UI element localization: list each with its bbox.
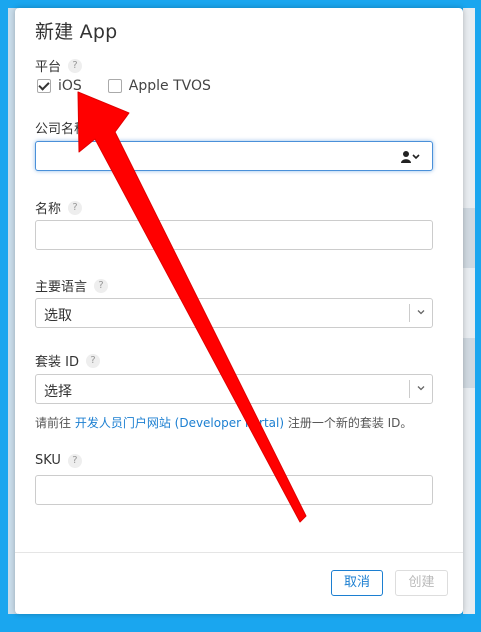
- language-help-icon[interactable]: ?: [94, 278, 109, 293]
- name-input[interactable]: [35, 220, 433, 250]
- bundle-id-select[interactable]: 选择: [35, 374, 433, 404]
- chevron-down-icon: [417, 310, 425, 315]
- sku-input[interactable]: [35, 475, 433, 505]
- bundle-hint: 请前往 开发人员门户网站 (Developer Portal) 注册一个新的套装…: [35, 414, 412, 431]
- cancel-button[interactable]: 取消: [331, 570, 383, 596]
- user-dropdown-icon[interactable]: [400, 150, 420, 164]
- platform-option-ios[interactable]: iOS: [37, 78, 82, 94]
- developer-portal-link[interactable]: 开发人员门户网站 (Developer Portal): [75, 416, 284, 430]
- hint-suffix: 注册一个新的套装 ID。: [284, 416, 413, 430]
- tvos-checkbox-label: Apple TVOS: [128, 78, 211, 94]
- platform-help-icon[interactable]: ?: [68, 58, 83, 73]
- sku-label-row: SKU ?: [35, 453, 82, 468]
- name-label: 名称: [35, 202, 62, 217]
- sku-help-icon[interactable]: ?: [67, 453, 82, 468]
- company-label-row: 公司名称: [35, 118, 87, 137]
- tvos-checkbox[interactable]: [107, 79, 122, 93]
- background-page-right: [463, 8, 475, 614]
- background-band: [463, 208, 475, 268]
- language-select[interactable]: 选取: [35, 298, 433, 328]
- platform-option-tvos[interactable]: Apple TVOS: [107, 78, 211, 94]
- name-label-row: 名称 ?: [35, 198, 83, 217]
- language-label: 主要语言: [35, 280, 88, 295]
- platform-label-row: 平台 ?: [35, 56, 83, 75]
- select-divider: [409, 380, 410, 398]
- select-divider: [409, 304, 410, 322]
- platform-label: 平台: [35, 60, 62, 75]
- platform-options: iOS Apple TVOS: [37, 78, 237, 94]
- footer-divider: [15, 552, 463, 553]
- bundle-help-icon[interactable]: ?: [85, 353, 100, 368]
- ios-checkbox-label: iOS: [58, 78, 82, 94]
- create-button[interactable]: 创建: [395, 570, 448, 596]
- new-app-dialog: 新建 App 平台 ? iOS Apple TVOS 公司名称 名称 ? 主要语…: [15, 8, 463, 614]
- chevron-down-icon: [417, 386, 425, 391]
- dialog-title: 新建 App: [35, 21, 118, 43]
- bundle-label: 套装 ID: [35, 355, 79, 370]
- name-help-icon[interactable]: ?: [68, 200, 83, 215]
- background-band: [463, 338, 475, 388]
- bundle-selected: 选择: [44, 384, 72, 400]
- hint-prefix: 请前往: [35, 416, 75, 430]
- sku-label: SKU: [35, 453, 61, 468]
- language-selected: 选取: [44, 308, 72, 324]
- company-label: 公司名称: [35, 122, 88, 137]
- ios-checkbox[interactable]: [37, 79, 51, 93]
- bundle-label-row: 套装 ID ?: [35, 351, 100, 370]
- language-label-row: 主要语言 ?: [35, 276, 109, 295]
- company-name-input[interactable]: [35, 141, 433, 171]
